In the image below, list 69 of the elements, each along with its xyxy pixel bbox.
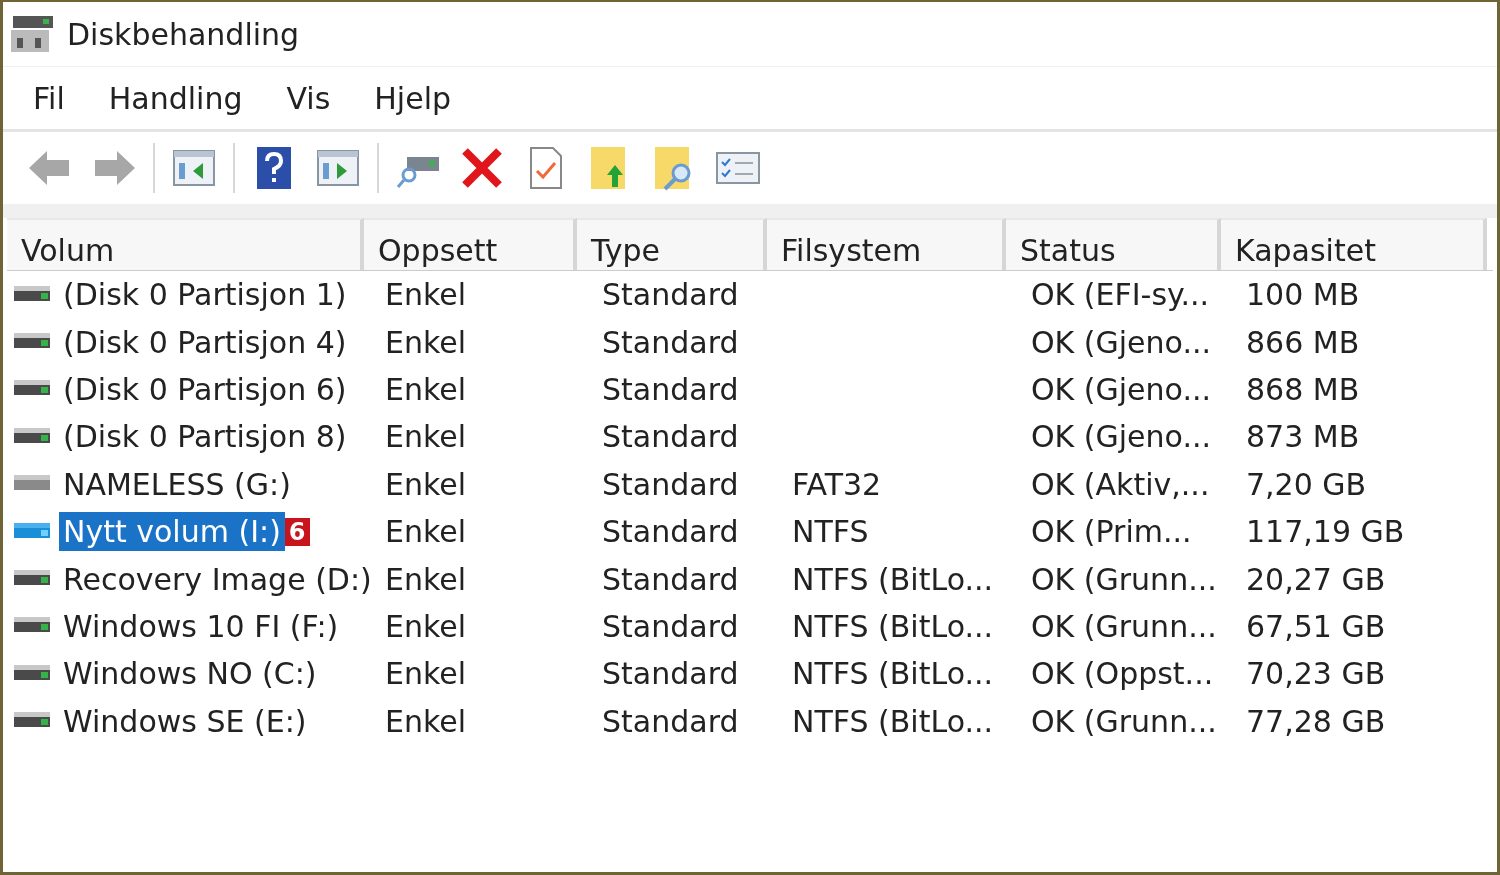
table-cell-text: Enkel (385, 419, 468, 455)
table-cell-text: Enkel (385, 703, 468, 739)
table-cell-text: OK (Oppst... (1030, 656, 1215, 692)
table-cell-text: OK (Prim... (1030, 514, 1193, 550)
table-cell-text: 117,19 GB (1245, 514, 1406, 550)
volume-name[interactable]: NAMELESS (G:) (59, 464, 295, 504)
table-cell-text: Standard (601, 608, 740, 644)
volume-name[interactable]: Nytt volum (I:) (59, 512, 285, 552)
volume-name[interactable]: Windows 10 FI (F:) (59, 606, 343, 646)
menu-item[interactable]: Fil (11, 80, 87, 116)
column-header[interactable]: Kapasitet (1221, 218, 1487, 270)
menu-item[interactable]: Vis (264, 80, 353, 116)
table-cell-text: 100 MB (1245, 277, 1361, 313)
table-cell-text: FAT32 (791, 466, 883, 502)
table-cell-text: 7,20 GB (1245, 466, 1368, 502)
table-cell-text: OK (Grunn... (1030, 703, 1218, 739)
table-cell-text: 868 MB (1245, 371, 1361, 407)
table-cell-text: Enkel (385, 324, 468, 360)
column-header[interactable]: Type (577, 218, 767, 270)
table-cell-text: Standard (601, 703, 740, 739)
table-cell-text: OK (Gjeno... (1030, 324, 1212, 360)
table-cell-text: Enkel (385, 608, 468, 644)
table-cell-text: Standard (601, 419, 740, 455)
disk-management-icon (9, 14, 55, 54)
table-cell-text: Enkel (385, 561, 468, 597)
table-cell-text: OK (Grunn... (1030, 608, 1218, 644)
table-cell-text: Enkel (385, 277, 468, 313)
table-cell-text: 873 MB (1245, 419, 1361, 455)
table-cell-text: NTFS (BitLo... (791, 608, 995, 644)
table-cell-text: 866 MB (1245, 324, 1361, 360)
table-cell-text: 77,28 GB (1245, 703, 1387, 739)
table-cell-text: NTFS (BitLo... (791, 703, 995, 739)
callout-badge: 6 (284, 517, 310, 546)
table-cell-text: OK (Gjeno... (1030, 419, 1212, 455)
table-cell-text: 20,27 GB (1245, 561, 1387, 597)
volume-name[interactable]: Recovery Image (D:) (59, 559, 376, 599)
table-cell-text: Standard (601, 656, 740, 692)
volume-name[interactable]: Windows SE (E:) (59, 701, 311, 741)
table-cell-text: Enkel (385, 514, 468, 550)
column-header[interactable]: Volum (7, 218, 364, 270)
table-cell-text: Enkel (385, 466, 468, 502)
table-cell-text: Standard (601, 561, 740, 597)
volume-name[interactable]: Windows NO (C:) (59, 654, 321, 694)
table-cell-text: OK (Grunn... (1030, 561, 1218, 597)
column-header[interactable]: Status (1006, 218, 1221, 270)
volume-name[interactable]: (Disk 0 Partisjon 6) (59, 369, 351, 409)
volume-name[interactable]: (Disk 0 Partisjon 4) (59, 322, 351, 362)
menu-item[interactable]: Handling (86, 80, 265, 116)
table-cell-text: OK (Gjeno... (1030, 371, 1212, 407)
table-cell-text: OK (EFI-sy... (1030, 277, 1211, 313)
table-cell-text: Standard (601, 277, 740, 313)
table-cell-text: Enkel (385, 656, 468, 692)
table-cell-text: Standard (601, 324, 740, 360)
table-cell-text: NTFS (BitLo... (791, 561, 995, 597)
table-cell-text: Standard (601, 371, 740, 407)
table-cell-text: OK (Aktiv,... (1030, 466, 1211, 502)
menu-item[interactable]: Hjelp (352, 80, 474, 116)
volume-name[interactable]: (Disk 0 Partisjon 8) (59, 417, 351, 457)
table-cell-text: Enkel (385, 371, 468, 407)
volume-name[interactable]: (Disk 0 Partisjon 1) (59, 275, 351, 315)
window-title: Diskbehandling (67, 16, 300, 52)
table-cell-text: 70,23 GB (1245, 656, 1387, 692)
table-cell-text: Standard (601, 466, 740, 502)
table-cell-text: NTFS (BitLo... (791, 656, 995, 692)
table-cell-text: 67,51 GB (1245, 608, 1387, 644)
column-header[interactable]: Oppsett (364, 218, 577, 270)
table-cell-text: Standard (601, 514, 740, 550)
column-header[interactable]: Filsystem (767, 218, 1006, 270)
table-cell-text: NTFS (791, 514, 870, 550)
